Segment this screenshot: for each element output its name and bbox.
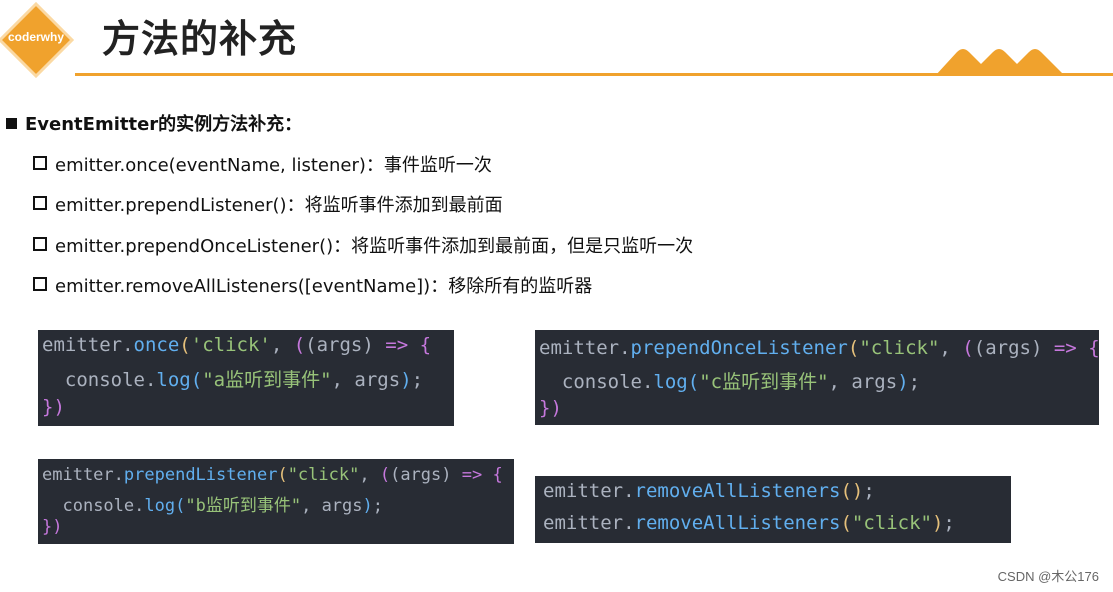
bullet-square-icon: [6, 118, 17, 129]
hollow-square-bullet-icon: [33, 196, 47, 210]
list-item: emitter.removeAllListeners([eventName])：…: [33, 272, 592, 298]
logo-text: coderwhy: [7, 30, 64, 44]
list-item: emitter.prependOnceListener()：将监听事件添加到最前…: [33, 232, 693, 258]
code-line: }): [42, 517, 63, 537]
list-item-text: emitter.prependOnceListener()：将监听事件添加到最前…: [55, 236, 694, 257]
list-item-text: emitter.prependListener()：将监听事件添加到最前面: [55, 195, 503, 216]
hollow-square-bullet-icon: [33, 277, 47, 291]
code-line: emitter.prependOnceListener("click", ((a…: [539, 337, 1100, 359]
code-block-once: emitter.once('click', ((args) => { conso…: [38, 330, 454, 426]
list-item: emitter.prependListener()：将监听事件添加到最前面: [33, 191, 503, 217]
watermark: CSDN @木公176: [997, 569, 1099, 584]
hollow-square-bullet-icon: [33, 156, 47, 170]
code-line: console.log("a监听到事件", args);: [64, 369, 424, 391]
list-item: emitter.once(eventName, listener)：事件监听一次: [33, 151, 492, 177]
code-block-prepend: emitter.prependListener("click", ((args)…: [38, 459, 514, 544]
code-line: console.log("b监听到事件", args);: [62, 496, 384, 516]
code-block-prepend-once: emitter.prependOnceListener("click", ((a…: [535, 330, 1100, 425]
hollow-square-bullet-icon: [33, 237, 47, 251]
section-heading: EventEmitter的实例方法补充：: [6, 110, 302, 136]
code-line: }): [539, 397, 562, 419]
page-title: 方法的补充: [102, 17, 298, 61]
section-heading-text: EventEmitter的实例方法补充：: [25, 114, 303, 135]
code-line: console.log("c监听到事件", args);: [561, 371, 921, 393]
list-item-text: emitter.once(eventName, listener)：事件监听一次: [55, 155, 492, 176]
header-rule: [75, 73, 1113, 76]
list-item-text: emitter.removeAllListeners([eventName])：…: [55, 276, 593, 297]
code-line: }): [42, 396, 65, 418]
code-line: emitter.removeAllListeners("click");: [543, 512, 955, 534]
mountains-decoration: [935, 49, 1065, 76]
code-line: emitter.prependListener("click", ((args)…: [42, 465, 503, 485]
code-line: emitter.removeAllListeners();: [543, 480, 875, 502]
code-block-remove-all: emitter.removeAllListeners(); emitter.re…: [535, 476, 1011, 543]
code-line: emitter.once('click', ((args) => {: [42, 334, 432, 356]
